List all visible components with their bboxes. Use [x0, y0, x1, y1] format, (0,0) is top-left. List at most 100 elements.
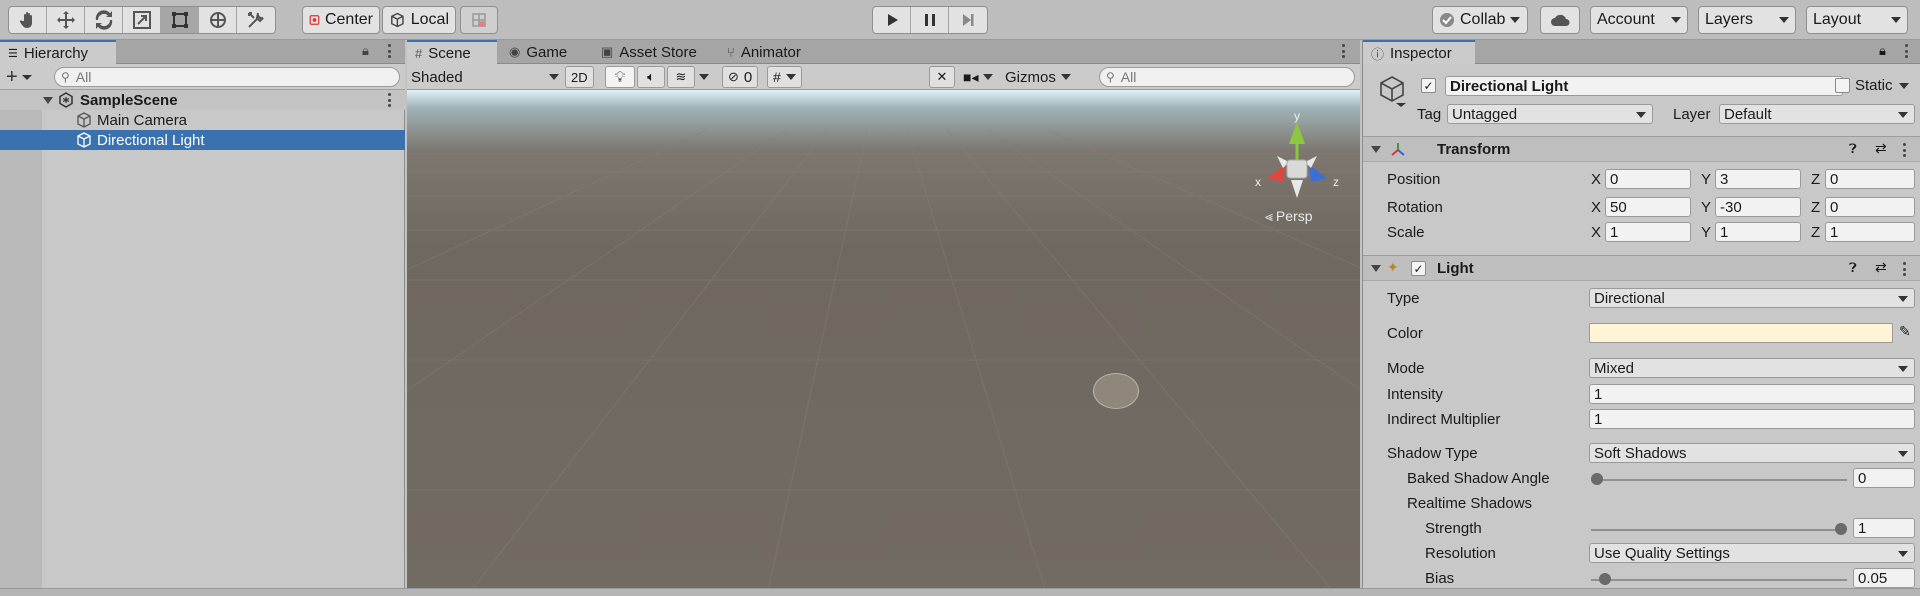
help-icon[interactable]: ❓︎ [1849, 260, 1857, 276]
rotation-x-field[interactable]: 50 [1605, 197, 1691, 217]
object-name-input[interactable]: Directional Light [1445, 76, 1843, 96]
tag-dropdown[interactable]: Untagged [1447, 104, 1653, 124]
rect-tool-button[interactable] [161, 7, 199, 33]
custom-tool-button[interactable] [237, 7, 275, 33]
presets-icon[interactable]: ⇄ [1875, 140, 1887, 157]
collab-button[interactable]: Collab [1432, 6, 1528, 34]
light-mode-dropdown[interactable]: Mixed [1589, 358, 1915, 378]
lock-icon[interactable]: 🔒︎ [1879, 43, 1886, 59]
active-checkbox[interactable]: ✓ [1421, 78, 1436, 93]
baked-angle-slider-knob[interactable] [1591, 473, 1603, 485]
baked-angle-slider-track[interactable] [1591, 479, 1847, 481]
icon-dropdown-arrow[interactable] [1396, 103, 1406, 107]
hierarchy-search-input[interactable]: ⚲ All [54, 67, 400, 87]
bias-slider-knob[interactable] [1599, 573, 1611, 585]
position-y-field[interactable]: 3 [1715, 169, 1801, 189]
scene-menu-icon[interactable] [388, 93, 392, 107]
baked-angle-field[interactable]: 0 [1853, 468, 1915, 488]
rotation-z-field[interactable]: 0 [1825, 197, 1915, 217]
grid-toggle[interactable]: # [767, 66, 802, 88]
tab-hierarchy[interactable]: ☰ Hierarchy [0, 40, 116, 64]
step-button[interactable] [949, 7, 987, 33]
tab-game[interactable]: ◉ Game [501, 40, 575, 64]
shadow-type-dropdown[interactable]: Soft Shadows [1589, 443, 1915, 463]
resolution-dropdown[interactable]: Use Quality Settings [1589, 543, 1915, 563]
indirect-multiplier-field[interactable]: 1 [1589, 409, 1915, 429]
lock-icon[interactable]: 🔒︎ [362, 43, 369, 59]
strength-slider-track[interactable] [1591, 529, 1847, 531]
scene-viewport[interactable]: y x z ⪡ Persp [407, 90, 1360, 596]
pivot-center-button[interactable]: Center [302, 6, 380, 34]
tab-inspector[interactable]: ⓘ Inspector [1363, 40, 1475, 64]
strength-field[interactable]: 1 [1853, 518, 1915, 538]
camera-dropdown[interactable]: ■◂ [963, 66, 994, 88]
tab-scene[interactable]: # Scene [407, 40, 497, 64]
pivot-space-button[interactable]: Local [382, 6, 456, 34]
light-color-swatch[interactable] [1589, 323, 1893, 343]
eyedropper-icon[interactable]: ✎ [1899, 323, 1911, 340]
layout-dropdown[interactable]: Layout [1806, 6, 1908, 34]
bias-slider-track[interactable] [1591, 579, 1847, 581]
intensity-field[interactable]: 1 [1589, 384, 1915, 404]
scene-row[interactable]: SampleScene [0, 90, 405, 110]
pause-button[interactable] [911, 7, 949, 33]
strength-slider-knob[interactable] [1835, 523, 1847, 535]
gizmos-dropdown[interactable]: Gizmos [1005, 66, 1071, 88]
inspector-menu-icon[interactable] [1905, 44, 1909, 58]
rotation-y-field[interactable]: -30 [1715, 197, 1801, 217]
static-checkbox[interactable] [1835, 78, 1850, 93]
unity-scene-icon [59, 92, 73, 108]
scene-menu-icon[interactable] [1342, 44, 1346, 58]
tab-asset-store[interactable]: ▣ Asset Store [593, 40, 705, 64]
transform-tool-button[interactable] [199, 7, 237, 33]
move-tool-button[interactable] [47, 7, 85, 33]
layer-dropdown[interactable]: Default [1719, 104, 1915, 124]
tab-animator[interactable]: ⑂ Animator [719, 40, 809, 64]
scale-y-field[interactable]: 1 [1715, 222, 1801, 242]
list-item[interactable]: Main Camera [0, 110, 405, 130]
projection-toggle[interactable]: ⪡ Persp [1265, 208, 1312, 225]
effects-toggle[interactable]: ≋ [667, 66, 695, 88]
chevron-down-icon [1891, 17, 1901, 23]
position-x-field[interactable]: 0 [1605, 169, 1691, 189]
presets-icon[interactable]: ⇄ [1875, 259, 1887, 276]
transform-header[interactable]: Transform ❓︎ ⇄ [1363, 136, 1920, 162]
audio-toggle[interactable]: 🔈︎ [637, 66, 665, 88]
scale-tool-button[interactable] [123, 7, 161, 33]
component-menu-icon[interactable] [1903, 262, 1907, 276]
rotate-tool-button[interactable] [85, 7, 123, 33]
layers-dropdown[interactable]: Layers [1698, 6, 1796, 34]
create-button[interactable]: + [6, 66, 32, 89]
position-z-field[interactable]: 0 [1825, 169, 1915, 189]
help-icon[interactable]: ❓︎ [1849, 141, 1857, 157]
shading-mode-dropdown[interactable]: Shaded [411, 66, 559, 88]
orientation-gizmo[interactable]: y x z [1237, 110, 1357, 210]
light-enabled-checkbox[interactable]: ✓ [1411, 261, 1426, 276]
tab-label: Inspector [1390, 44, 1452, 62]
hand-tool-button[interactable] [9, 7, 47, 33]
type-label: Type [1387, 290, 1420, 307]
light-header[interactable]: ✦ ✓ Light ❓︎ ⇄ [1363, 255, 1920, 281]
light-gizmo[interactable] [1093, 373, 1139, 409]
effects-dropdown[interactable] [699, 66, 709, 88]
hierarchy-menu-icon[interactable] [388, 44, 392, 58]
cloud-button[interactable] [1540, 6, 1580, 34]
light-type-dropdown[interactable]: Directional [1589, 288, 1915, 308]
2d-toggle[interactable]: 2D [565, 66, 594, 88]
play-button[interactable] [873, 7, 911, 33]
bias-field[interactable]: 0.05 [1853, 568, 1915, 588]
tools-toggle[interactable]: ✕ [929, 66, 955, 88]
account-dropdown[interactable]: Account [1590, 6, 1688, 34]
scene-search-input[interactable]: ⚲ All [1099, 67, 1355, 87]
axis-x-cone[interactable] [1267, 165, 1285, 182]
component-menu-icon[interactable] [1903, 143, 1907, 157]
snap-button[interactable] [460, 6, 498, 34]
static-dropdown[interactable]: Static [1855, 77, 1909, 94]
lighting-toggle[interactable]: 💡︎ [605, 66, 635, 88]
hidden-objects-toggle[interactable]: ⊘ 0 [722, 66, 759, 88]
axis-y-cone[interactable] [1289, 122, 1305, 144]
list-item[interactable]: Directional Light [0, 130, 405, 150]
scale-x-field[interactable]: 1 [1605, 222, 1691, 242]
scale-z-field[interactable]: 1 [1825, 222, 1915, 242]
axis-z-cone[interactable] [1309, 165, 1327, 182]
